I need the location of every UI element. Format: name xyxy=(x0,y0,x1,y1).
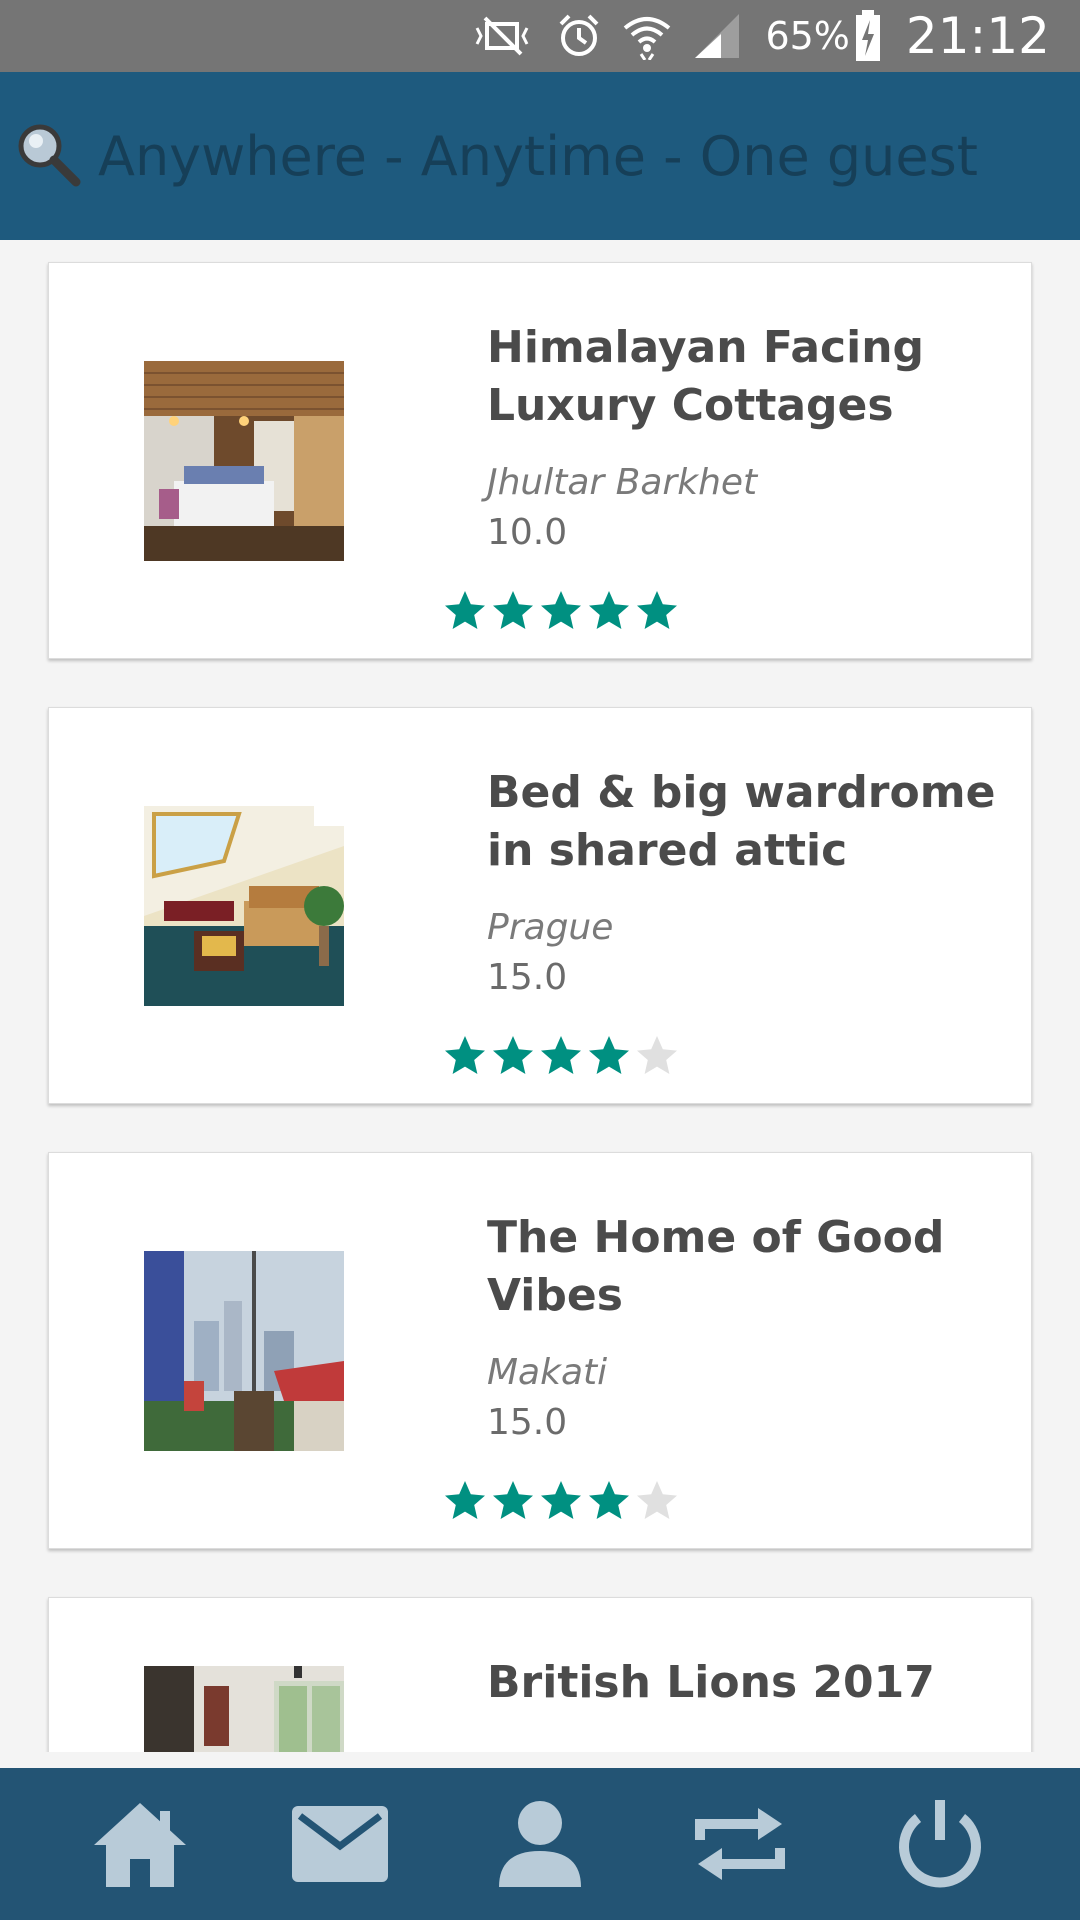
listing-card[interactable]: The Home of Good Vibes Makati 15.0 xyxy=(48,1152,1032,1549)
home-button[interactable] xyxy=(85,1789,195,1899)
listing-card[interactable]: Himalayan Facing Luxury Cottages Jhultar… xyxy=(48,262,1032,659)
listing-photo[interactable] xyxy=(144,1251,344,1451)
alarm-icon xyxy=(555,12,603,60)
listing-location: Jhultar Barkhet xyxy=(487,462,758,503)
status-bar: 65% 21:12 xyxy=(0,0,1080,72)
listing-photo[interactable] xyxy=(144,361,344,561)
listing-photo[interactable] xyxy=(144,806,344,1006)
cell-signal-icon xyxy=(691,12,743,60)
listing-location: Makati xyxy=(487,1352,608,1393)
star-filled-icon xyxy=(493,1481,533,1519)
search-bar[interactable]: Anywhere - Anytime - One guest xyxy=(0,72,1080,240)
listing-title[interactable]: Himalayan Facing Luxury Cottages xyxy=(487,319,1007,435)
star-filled-icon xyxy=(541,1036,581,1074)
profile-icon xyxy=(499,1801,581,1887)
rating-stars xyxy=(441,1032,681,1080)
home-icon xyxy=(94,1803,186,1887)
listing-title[interactable]: Bed & big wardrome in shared attic xyxy=(487,764,1007,880)
clock: 21:12 xyxy=(905,7,1050,65)
star-filled-icon xyxy=(589,1036,629,1074)
star-filled-icon xyxy=(445,591,485,629)
listing-photo[interactable] xyxy=(144,1666,344,1752)
star-filled-icon xyxy=(637,591,677,629)
star-filled-icon xyxy=(541,1481,581,1519)
star-filled-icon xyxy=(445,1481,485,1519)
star-filled-icon xyxy=(589,591,629,629)
star-filled-icon xyxy=(493,1036,533,1074)
listing-card[interactable]: British Lions 2017 xyxy=(48,1597,1032,1752)
logout-button[interactable] xyxy=(885,1789,995,1899)
power-icon xyxy=(899,1800,981,1888)
listing-location: Prague xyxy=(487,907,614,948)
rating-stars xyxy=(441,587,681,635)
profile-button[interactable] xyxy=(485,1789,595,1899)
listing-title[interactable]: British Lions 2017 xyxy=(487,1654,1007,1712)
listing-price: 15.0 xyxy=(487,957,568,998)
wifi-icon xyxy=(621,12,673,60)
star-filled-icon xyxy=(541,591,581,629)
listing-title[interactable]: The Home of Good Vibes xyxy=(487,1209,1007,1325)
listing-price: 15.0 xyxy=(487,1402,568,1443)
star-filled-icon xyxy=(445,1036,485,1074)
star-filled-icon xyxy=(493,591,533,629)
listing-card[interactable]: Bed & big wardrome in shared attic Pragu… xyxy=(48,707,1032,1104)
battery-charging-icon xyxy=(854,10,882,62)
bottom-navigation xyxy=(0,1768,1080,1920)
star-filled-icon xyxy=(589,1481,629,1519)
star-empty-icon xyxy=(637,1481,677,1519)
search-icon[interactable] xyxy=(12,118,98,194)
star-empty-icon xyxy=(637,1036,677,1074)
listing-list[interactable]: Himalayan Facing Luxury Cottages Jhultar… xyxy=(0,240,1080,1752)
swap-icon xyxy=(695,1808,785,1880)
listing-price: 10.0 xyxy=(487,512,568,553)
mail-icon xyxy=(292,1806,388,1882)
swap-button[interactable] xyxy=(685,1789,795,1899)
messages-button[interactable] xyxy=(285,1789,395,1899)
search-summary[interactable]: Anywhere - Anytime - One guest xyxy=(98,125,978,188)
rating-stars xyxy=(441,1477,681,1525)
vibrate-mute-icon xyxy=(467,12,537,60)
battery-percent: 65% xyxy=(765,14,850,58)
